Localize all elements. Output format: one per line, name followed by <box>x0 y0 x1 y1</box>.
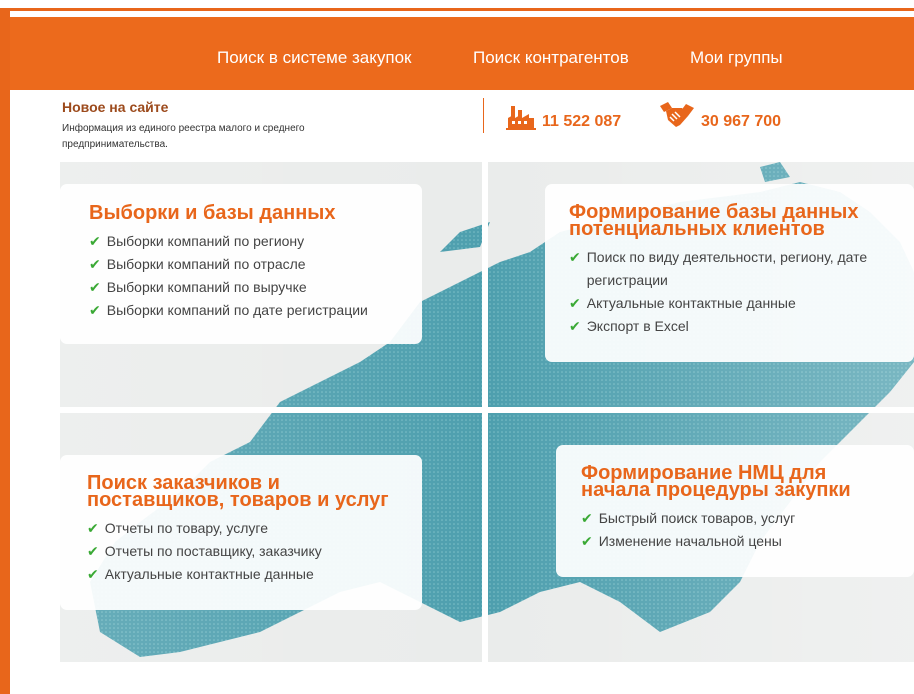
list-item: ✔ Выборки компаний по отрасле <box>89 253 368 276</box>
card-title-line-2: потенциальных клиентов <box>569 218 825 240</box>
list-item: ✔ Выборки компаний по выручке <box>89 276 368 299</box>
checkmark-icon: ✔ <box>581 510 593 526</box>
nav-procurement-search[interactable]: Поиск в системе закупок <box>217 48 411 68</box>
card-client-database[interactable]: Формирование базы данных потенциальных к… <box>545 184 914 362</box>
checkmark-icon: ✔ <box>87 520 99 536</box>
checkmark-icon: ✔ <box>569 295 581 311</box>
list-item-label: Выборки компаний по выручке <box>106 279 307 295</box>
list-item-label: Актуальные контактные данные <box>104 566 314 582</box>
nav-counterparty-search[interactable]: Поиск контрагентов <box>473 48 629 68</box>
list-item: ✔ Актуальные контактные данные <box>87 563 389 586</box>
card-title-line-2: поставщиков, товаров и услуг <box>87 489 389 511</box>
card-nmc-formation[interactable]: Формирование НМЦ для начала процедуры за… <box>556 445 914 577</box>
feature-list: ✔ Быстрый поиск товаров, услуг ✔ Изменение… <box>581 507 851 553</box>
checkmark-icon: ✔ <box>89 279 101 295</box>
checkmark-icon: ✔ <box>581 533 593 549</box>
list-item: ✔ Выборки компаний по региону <box>89 230 368 253</box>
list-item-label: Актуальные контактные данные <box>586 295 796 311</box>
feature-list: ✔ Выборки компаний по региону ✔ Выборки ко… <box>89 230 368 322</box>
checkmark-icon: ✔ <box>87 566 99 582</box>
card-customer-supplier-search[interactable]: Поиск заказчиков и поставщиков, товаров … <box>60 455 422 610</box>
handshake-icon <box>660 102 694 127</box>
card-samples-databases[interactable]: Выборки и базы данных ✔ Выборки компаний … <box>60 184 422 344</box>
list-item: ✔ Экспорт в Excel <box>569 315 889 338</box>
checkmark-icon: ✔ <box>569 249 581 265</box>
list-item: ✔ Поиск по виду деятельности, региону, да… <box>569 246 889 292</box>
checkmark-icon: ✔ <box>89 256 101 272</box>
left-orange-border <box>0 8 10 694</box>
list-item-label: Выборки компаний по отрасле <box>106 256 306 272</box>
checkmark-icon: ✔ <box>569 318 581 334</box>
list-item-label: Выборки компаний по региону <box>106 233 305 249</box>
stats-divider <box>483 98 484 133</box>
news-text: Информация из единого реестра малого и с… <box>62 123 305 150</box>
list-item: ✔ Быстрый поиск товаров, услуг <box>581 507 851 530</box>
list-item-label: Отчеты по поставщику, заказчику <box>104 543 322 559</box>
list-item: ✔ Актуальные контактные данные <box>569 292 889 315</box>
list-item-label: Поиск по виду деятельности, региону, дат… <box>586 249 868 288</box>
factory-icon <box>506 106 536 130</box>
list-item: ✔ Отчеты по товару, услуге <box>87 517 389 540</box>
news-title[interactable]: Новое на сайте <box>62 99 168 115</box>
list-item-label: Быстрый поиск товаров, услуг <box>598 510 796 526</box>
list-item-label: Изменение начальной цены <box>598 533 782 549</box>
card-title-line-2: начала процедуры закупки <box>581 479 851 501</box>
feature-list: ✔ Отчеты по товару, услуге ✔ Отчеты по пос… <box>87 517 389 586</box>
deals-count: 30 967 700 <box>701 113 782 130</box>
checkmark-icon: ✔ <box>87 543 99 559</box>
page-top-frame <box>0 0 914 8</box>
main-navigation: Поиск в системе закупок Поиск контрагент… <box>10 17 914 90</box>
list-item: ✔ Выборки компаний по дате регистрации <box>89 299 368 322</box>
list-item-label: Экспорт в Excel <box>586 318 689 334</box>
map-horizontal-divider <box>60 407 914 413</box>
list-item: ✔ Изменение начальной цены <box>581 530 851 553</box>
feature-list: ✔ Поиск по виду деятельности, региону, да… <box>569 246 889 338</box>
companies-count: 11 522 087 <box>542 113 622 130</box>
list-item-label: Выборки компаний по дате регистрации <box>106 302 368 318</box>
list-item: ✔ Отчеты по поставщику, заказчику <box>87 540 389 563</box>
card-title: Выборки и базы данных <box>89 202 336 224</box>
checkmark-icon: ✔ <box>89 233 101 249</box>
checkmark-icon: ✔ <box>89 302 101 318</box>
nav-my-groups[interactable]: Мои группы <box>690 48 783 68</box>
list-item-label: Отчеты по товару, услуге <box>104 520 268 536</box>
